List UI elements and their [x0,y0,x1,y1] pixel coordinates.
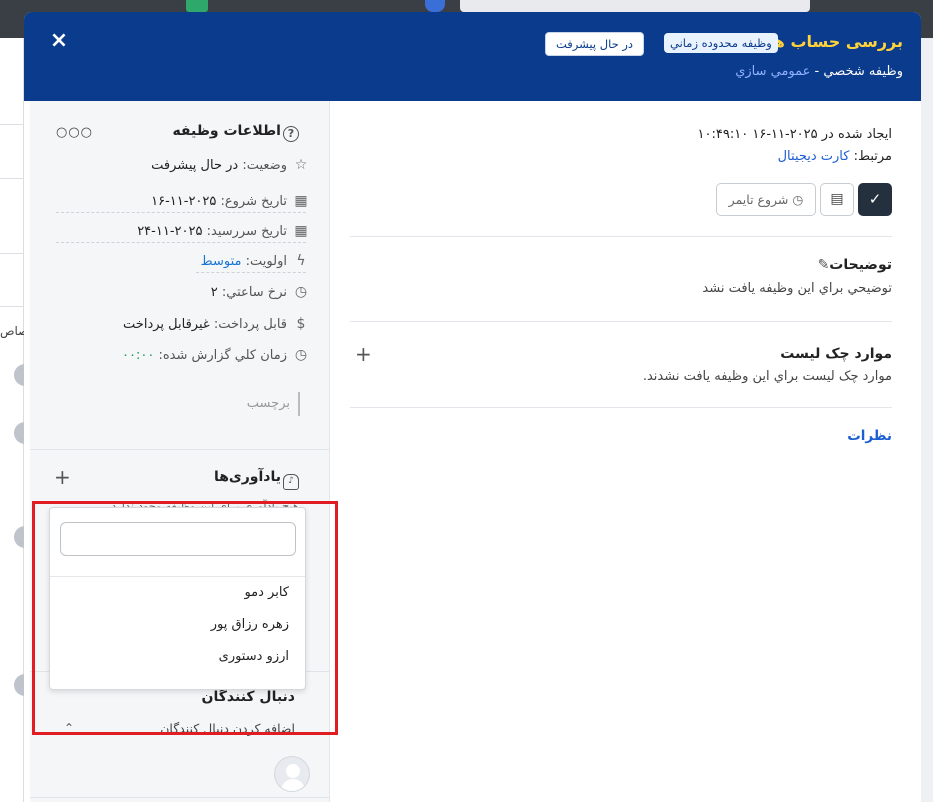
info-value: ۲۰۲۵-۱۱-۱۶ [151,194,217,209]
task-title: بررسی حساب ها [767,32,903,51]
modal-header: × بررسی حساب ها وظيفه محدوده زماني در حا… [24,12,921,101]
info-row-due-date[interactable]: ▦ تاريخ سررسيد: ۲۰۲۵-۱۱-۲۴ [137,223,309,239]
background-right-strip [921,38,933,802]
section-divider [30,797,330,798]
table-view-button[interactable]: ▤ [820,183,854,216]
related-row: مرتبط: کارت ديجيتال [778,149,892,164]
task-main: ايجاد شده در ۲۰۲۵-۱۱-۱۶ ۱۰:۴۹:۱۰ مرتبط: … [350,101,921,802]
info-value: ۰۰:۰۰ [122,348,155,363]
task-info-title: اطلاعات وظيفه [172,123,281,139]
description-text: توضيحي براي اين وظيفه يافت نشد [702,281,892,296]
clock-icon: ◷ [294,284,308,300]
start-timer-label: شروع تايمر [728,192,789,207]
info-value: ۲ [210,285,218,300]
background-divider [0,306,24,307]
info-row-status: ☆ وضعيت: در حال پيشرفت [151,157,309,173]
checklist-empty-text: موارد چک ليست براي اين وظيفه يافت نشدند. [642,369,892,384]
task-info-heading: ?اطلاعات وظيفه [172,123,299,142]
related-label: مرتبط: [849,149,892,164]
reminders-title: يادآوری‌ها [213,469,281,485]
status-badge[interactable]: در حال پيشرفت [545,32,645,56]
subtitle-prefix: وظيفه شخصي - [810,64,903,79]
info-value: در حال پيشرفت [151,158,239,173]
priority-value[interactable]: متوسط [201,254,242,269]
calendar-check-icon: ▦ [294,223,308,239]
project-link[interactable]: عمومي سازي [735,64,810,79]
comments-link[interactable]: نظرات [847,428,892,444]
background-divider [0,178,24,179]
info-value: غيرقابل پرداخت [123,317,210,332]
bolt-icon: ϟ [296,253,306,269]
start-timer-button[interactable]: ◷ شروع تايمر [716,183,816,216]
info-label: تاريخ شروع: [220,194,287,209]
dotted-divider [56,212,306,213]
related-link[interactable]: کارت ديجيتال [778,149,850,164]
section-divider [30,449,330,450]
dotted-divider [196,272,306,273]
info-row-hourly-rate: ◷ نرخ ساعتي: ۲ [211,284,309,300]
highlight-box [32,501,338,735]
checklist-heading: موارد چک ليست [780,346,892,362]
help-icon: ? [283,126,299,142]
background-green-button [186,0,208,12]
background-add-button [425,0,445,12]
complete-button[interactable]: ✓ [858,183,892,216]
edit-icon[interactable]: ✎ [818,257,830,273]
created-at: ايجاد شده در ۲۰۲۵-۱۱-۱۶ ۱۰:۴۹:۱۰ [697,127,892,142]
background-divider [0,253,24,254]
close-icon[interactable]: × [48,30,70,52]
section-divider [350,236,892,237]
add-checklist-button[interactable]: + [355,344,372,364]
bell-icon: ♪ [283,474,299,490]
dollar-icon: $ [296,316,306,332]
info-row-start-date[interactable]: ▦ تاريخ شروع: ۲۰۲۵-۱۱-۱۶ [151,193,309,209]
more-options-icon[interactable]: ○○○ [56,125,93,140]
description-title: توضيحات [829,257,892,273]
background-divider [0,124,24,125]
star-icon: ☆ [294,157,308,173]
clock-icon: ◷ [294,347,308,363]
task-subtitle: وظيفه شخصي - عمومي سازي [735,64,903,79]
info-row-billable: $ قابل پرداخت: غيرقابل پرداخت [123,316,309,332]
info-label: زمان کلي گزارش شده: [158,348,287,363]
avatar-head [286,764,300,778]
section-divider [350,407,892,408]
tag-input[interactable]: برچسب [240,392,300,416]
dotted-divider [56,242,306,243]
section-divider [350,321,892,322]
info-value: ۲۰۲۵-۱۱-۲۴ [137,224,203,239]
clock-icon: ◷ [792,192,804,207]
info-row-priority[interactable]: ϟ اولويت: متوسط [201,253,309,269]
avatar[interactable] [274,756,310,792]
add-reminder-button[interactable]: + [54,467,71,487]
calendar-icon: ▦ [294,193,308,209]
description-heading: توضيحات✎ [818,257,892,273]
info-row-total-logged: ◷ زمان کلي گزارش شده: ۰۰:۰۰ [122,347,309,363]
info-label: وضعيت: [242,158,287,173]
info-label: اولويت: [245,254,287,269]
info-label: قابل پرداخت: [213,317,287,332]
reminders-heading: ♪يادآوری‌ها [214,469,299,490]
task-type-badge: وظيفه محدوده زماني [664,33,778,53]
background-search [460,0,810,12]
background-left-panel: صاص [0,38,36,802]
avatar-body [281,779,305,791]
info-label: تاريخ سررسيد: [206,224,287,239]
info-label: نرخ ساعتي: [221,285,287,300]
